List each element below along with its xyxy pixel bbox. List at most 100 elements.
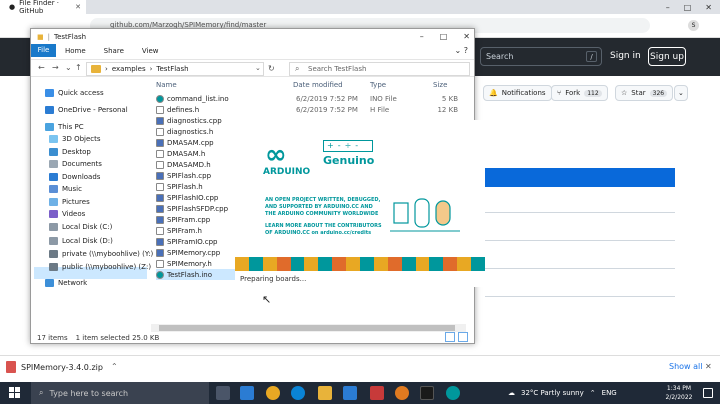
nav-local-c[interactable]: Local Disk (C:) bbox=[49, 223, 112, 231]
splash-line-4: LEARN MORE ABOUT THE CONTRIBUTORS bbox=[265, 223, 382, 229]
nav-documents[interactable]: Documents bbox=[49, 160, 102, 168]
address-dropdown-icon[interactable]: ⌄ bbox=[255, 64, 261, 72]
file-type: H File bbox=[370, 105, 390, 114]
mail-icon[interactable] bbox=[240, 386, 254, 400]
nav-label: Downloads bbox=[62, 173, 101, 181]
github-selected-row[interactable] bbox=[485, 168, 675, 187]
nav-public-z[interactable]: public (\\myboohlive) (Z:) bbox=[49, 263, 151, 271]
sign-in-link[interactable]: Sign in bbox=[610, 47, 641, 66]
nav-onedrive[interactable]: OneDrive - Personal bbox=[45, 106, 128, 114]
file-row[interactable]: command_list.ino 6/2/2019 7:52 PM INO File… bbox=[156, 93, 472, 104]
browser-tab[interactable]: ● File Finder · GitHub ✕ bbox=[0, 0, 86, 15]
column-type[interactable]: Type bbox=[370, 81, 386, 89]
notifications-button[interactable]: 🔔 Notifications bbox=[483, 85, 552, 101]
splash-tile bbox=[360, 257, 374, 271]
fork-icon: ⑂ bbox=[557, 89, 562, 97]
weather-text[interactable]: 32°C Partly sunny bbox=[521, 389, 584, 397]
drive-icon bbox=[49, 223, 58, 231]
nav-videos[interactable]: Videos bbox=[49, 210, 85, 218]
nav-local-d[interactable]: Local Disk (D:) bbox=[49, 237, 113, 245]
details-view-icon[interactable] bbox=[445, 332, 455, 342]
nav-label: Quick access bbox=[58, 89, 104, 97]
github-search-input[interactable]: Search / bbox=[480, 47, 602, 66]
computer-icon bbox=[45, 123, 54, 131]
column-date[interactable]: Date modified bbox=[293, 81, 343, 89]
file-explorer-icon[interactable] bbox=[318, 386, 332, 400]
horizontal-scrollbar[interactable] bbox=[151, 324, 466, 332]
chevron-up-icon[interactable]: ⌃ bbox=[111, 362, 118, 371]
column-size[interactable]: Size bbox=[433, 81, 447, 89]
download-item[interactable]: SPIMemory-3.4.0.zip bbox=[6, 361, 103, 373]
show-all-button[interactable]: Show all bbox=[669, 362, 702, 371]
splash-tile bbox=[346, 257, 361, 271]
nav-desktop[interactable]: Desktop bbox=[49, 148, 91, 156]
large-icons-view-icon[interactable] bbox=[458, 332, 468, 342]
maximize-button[interactable]: □ bbox=[684, 3, 692, 12]
recent-chevron-icon[interactable]: ⌄ bbox=[65, 63, 72, 72]
explorer-close-button[interactable]: ✕ bbox=[463, 32, 470, 41]
drive-icon bbox=[49, 237, 58, 245]
breadcrumb-examples[interactable]: examples bbox=[112, 65, 146, 73]
ribbon-file-tab[interactable]: File bbox=[31, 44, 56, 57]
notification-center-icon[interactable] bbox=[703, 388, 713, 398]
app-icon[interactable] bbox=[370, 386, 384, 400]
nav-private-y[interactable]: private (\\myboohlive) (Y:) bbox=[49, 250, 153, 258]
star-dropdown-button[interactable]: ⌄ bbox=[674, 85, 688, 101]
language-indicator[interactable]: ENG bbox=[602, 389, 617, 397]
nav-quick-access[interactable]: Quick access bbox=[45, 89, 104, 97]
nav-3d-objects[interactable]: 3D Objects bbox=[49, 135, 101, 143]
close-window-button[interactable]: ✕ bbox=[705, 3, 712, 12]
file-file-icon bbox=[156, 127, 164, 136]
nav-network[interactable]: Network bbox=[45, 279, 87, 287]
edge-icon[interactable] bbox=[291, 386, 305, 400]
file-row[interactable]: defines.h 6/2/2019 7:52 PM H File 12 KB bbox=[156, 104, 472, 115]
task-view-icon[interactable] bbox=[216, 386, 230, 400]
profile-avatar[interactable]: S bbox=[688, 20, 699, 31]
clock-time: 1:34 PM bbox=[666, 385, 692, 392]
nav-downloads[interactable]: Downloads bbox=[49, 173, 100, 181]
weather-icon[interactable]: ☁ bbox=[508, 389, 515, 397]
explorer-search-input[interactable]: ⌕ Search TestFlash bbox=[289, 62, 470, 76]
file-size: 12 KB bbox=[437, 105, 458, 114]
arduino-icon[interactable] bbox=[446, 386, 460, 400]
nav-pictures[interactable]: Pictures bbox=[49, 198, 90, 206]
terminal-icon[interactable] bbox=[420, 386, 434, 400]
fork-button[interactable]: ⑂ Fork 112 bbox=[551, 85, 608, 101]
explorer-address-bar[interactable]: › examples › TestFlash bbox=[86, 62, 264, 76]
splash-tile bbox=[262, 257, 277, 271]
refresh-icon[interactable]: ↻ bbox=[268, 64, 275, 73]
explorer-minimize-button[interactable]: – bbox=[420, 32, 424, 41]
forward-icon[interactable]: → bbox=[52, 63, 59, 72]
close-icon[interactable]: ✕ bbox=[705, 362, 712, 371]
star-button[interactable]: ☆ Star 326 bbox=[615, 85, 674, 101]
cpp-file-icon bbox=[156, 215, 164, 224]
taskbar-search-input[interactable]: ⌕ Type here to search bbox=[31, 382, 209, 404]
ribbon-home-tab[interactable]: Home bbox=[56, 47, 95, 55]
sign-up-button[interactable]: Sign up bbox=[648, 47, 686, 66]
ribbon-view-tab[interactable]: View bbox=[133, 47, 168, 55]
close-tab-icon[interactable]: ✕ bbox=[75, 3, 81, 11]
up-icon[interactable]: ↑ bbox=[75, 63, 82, 72]
zip-file-icon bbox=[6, 361, 16, 373]
nav-music[interactable]: Music bbox=[49, 185, 82, 193]
help-icon[interactable]: ⌄ ? bbox=[455, 46, 469, 55]
taskbar: ⌕ Type here to search ☁ 32°C Partly sunn… bbox=[0, 382, 720, 404]
back-icon[interactable]: ← bbox=[38, 63, 45, 72]
store-icon[interactable] bbox=[343, 386, 357, 400]
ribbon-share-tab[interactable]: Share bbox=[95, 47, 133, 55]
notifications-label: Notifications bbox=[501, 89, 546, 97]
clock[interactable]: 1:34 PM 2/2/2022 bbox=[664, 384, 694, 402]
column-name[interactable]: Name bbox=[156, 81, 177, 89]
explorer-maximize-button[interactable]: □ bbox=[440, 32, 448, 41]
scrollbar-thumb[interactable] bbox=[159, 325, 455, 331]
nav-label: Videos bbox=[62, 210, 86, 218]
minimize-button[interactable]: – bbox=[666, 3, 670, 12]
windows-start-icon[interactable] bbox=[9, 387, 21, 399]
splash-tile bbox=[401, 257, 416, 271]
chrome-icon[interactable] bbox=[266, 386, 280, 400]
firefox-icon[interactable] bbox=[395, 386, 409, 400]
tray-chevron-icon[interactable]: ⌃ bbox=[590, 389, 596, 397]
nav-this-pc[interactable]: This PC bbox=[45, 123, 84, 131]
nav-label: Pictures bbox=[62, 198, 90, 206]
breadcrumb-testflash[interactable]: TestFlash bbox=[156, 65, 188, 73]
